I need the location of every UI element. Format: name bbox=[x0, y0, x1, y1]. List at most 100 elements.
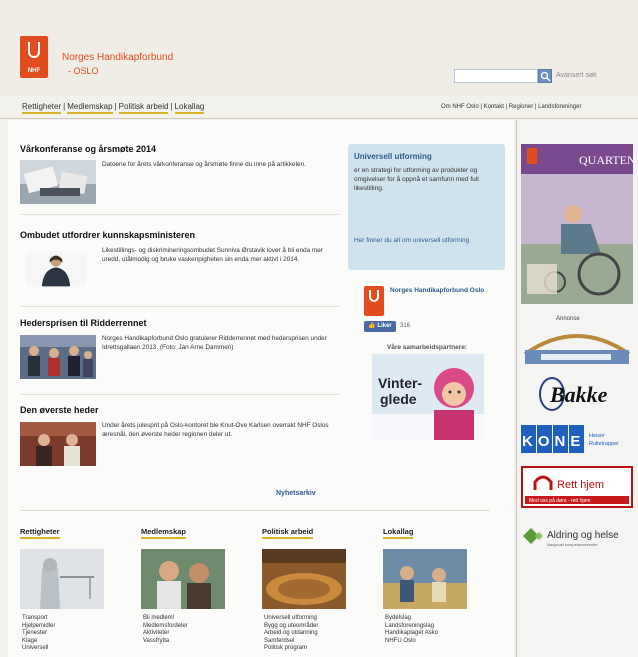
facebook-page-logo[interactable] bbox=[364, 286, 384, 316]
article-divider bbox=[20, 214, 340, 215]
category-link[interactable]: Universell utforming bbox=[264, 615, 364, 623]
nav-landsforeninger[interactable]: Landsforeninger bbox=[538, 104, 581, 110]
category-image[interactable] bbox=[262, 549, 346, 609]
secondary-navigation: Om NHF Oslo | Kontakt | Regioner | Lands… bbox=[441, 104, 582, 110]
category-link[interactable]: Politisk program bbox=[264, 645, 364, 653]
site-header: NHF Norges Handikapforbund - OSLO Avanse… bbox=[0, 0, 638, 96]
category-image[interactable] bbox=[141, 549, 225, 609]
kone-ad[interactable]: KONE Heiser Rulletrapper bbox=[521, 423, 633, 459]
article-image[interactable] bbox=[20, 160, 96, 204]
ad-text: Bakke bbox=[549, 382, 608, 407]
rett-hjem-ad[interactable]: Rett hjem Med oss på døra - rett hjem bbox=[521, 466, 633, 508]
category-links: Universell utforming Bygg og uteområder … bbox=[264, 615, 364, 653]
category-link[interactable]: NHFU Oslo bbox=[385, 638, 485, 646]
category-link[interactable]: Vassfrytta bbox=[143, 638, 243, 646]
category-link[interactable]: Aktiviteter bbox=[143, 630, 243, 638]
logo-abbreviation: NHF bbox=[27, 68, 41, 74]
ad-banner[interactable] bbox=[521, 324, 633, 368]
organization-region: - OSLO bbox=[68, 66, 99, 76]
category-title[interactable]: Rettigheter bbox=[20, 527, 60, 539]
ad-text: Heiser bbox=[589, 433, 605, 439]
vinterglede-ad[interactable]: Vinter- glede bbox=[372, 354, 484, 440]
universal-design-box: Universell utforming er en strategi for … bbox=[348, 144, 505, 270]
advanced-search-link[interactable]: Avansert søk bbox=[556, 72, 597, 79]
bakke-ad[interactable]: Bakke bbox=[536, 372, 624, 412]
article-summary: Datoene for årets vårkonferanse og årsmø… bbox=[102, 161, 306, 168]
facebook-like-button[interactable]: 👍 Liker bbox=[364, 321, 396, 332]
article-title[interactable]: Den øverste heder bbox=[20, 405, 340, 415]
nav-regioner[interactable]: Regioner bbox=[509, 104, 533, 110]
ad-text: Med oss på døra - rett hjem bbox=[529, 497, 590, 504]
category-lokallag: Lokallag Bydelslag Landsforeningslag Han… bbox=[383, 527, 493, 644]
category-link[interactable]: Tjenester bbox=[22, 630, 122, 638]
category-title[interactable]: Politisk arbeid bbox=[262, 527, 314, 539]
logo-mark-icon bbox=[28, 42, 40, 58]
article-image[interactable] bbox=[20, 334, 96, 380]
ad-text: Nasjonalt kompetansesenter bbox=[547, 542, 598, 547]
category-link[interactable]: Landsforeningslag bbox=[385, 623, 485, 631]
ad-text: Rulletrapper bbox=[589, 441, 619, 447]
like-count: 316 bbox=[400, 323, 411, 329]
ad-text: Rett hjem bbox=[557, 479, 604, 491]
header-divider bbox=[0, 118, 638, 119]
nav-separator: | bbox=[114, 102, 117, 111]
facebook-page-name[interactable]: Norges Handikapforbund Oslo bbox=[390, 286, 490, 295]
category-link[interactable]: Arbeid og utdanning bbox=[264, 630, 364, 638]
partners-heading: Våre samarbeidspartnere: bbox=[386, 344, 468, 351]
category-link[interactable]: Universell bbox=[22, 645, 122, 653]
section-divider bbox=[20, 510, 490, 511]
organization-name[interactable]: Norges Handikapforbund bbox=[62, 52, 173, 63]
nav-separator: | bbox=[170, 102, 173, 111]
nhf-logo[interactable]: NHF bbox=[20, 36, 48, 78]
category-links: Bli medlem! Medlemsfordeler Aktiviteter … bbox=[143, 615, 243, 645]
nav-om-nhf-oslo[interactable]: Om NHF Oslo bbox=[441, 104, 479, 110]
nav-medlemskap[interactable]: Medlemskap bbox=[67, 102, 113, 114]
article-image[interactable] bbox=[20, 421, 96, 467]
info-box-title[interactable]: Universell utforming bbox=[354, 152, 432, 161]
ad-text: glede bbox=[380, 391, 417, 407]
category-link[interactable]: Klage bbox=[22, 638, 122, 646]
article-summary: Likestillings- og diskrimineringsombudet… bbox=[102, 247, 323, 263]
nav-rettigheter[interactable]: Rettigheter bbox=[22, 102, 62, 114]
category-title[interactable]: Lokallag bbox=[383, 527, 414, 539]
info-box-link[interactable]: Her finner du alt om universell utformin… bbox=[354, 236, 498, 245]
category-link[interactable]: Samferdsel bbox=[264, 638, 364, 646]
article-item: Hedersprisen til Ridderrennet Norges Han… bbox=[20, 318, 340, 395]
category-title[interactable]: Medlemskap bbox=[141, 527, 187, 539]
news-archive-link[interactable]: Nyhetsarkiv bbox=[276, 490, 316, 497]
category-link[interactable]: Transport bbox=[22, 615, 122, 623]
search-input[interactable] bbox=[454, 69, 538, 83]
ad-text: QUARTEN bbox=[579, 153, 633, 167]
article-divider bbox=[20, 306, 340, 307]
aldring-og-helse-ad[interactable]: Aldring og helse Nasjonalt kompetansesen… bbox=[521, 524, 633, 552]
ad-label: Annonse bbox=[556, 316, 580, 322]
category-politisk-arbeid: Politisk arbeid Universell utforming Byg… bbox=[262, 527, 372, 651]
article-item: Vårkonferanse og årsmøte 2014 Datoene fo… bbox=[20, 144, 340, 215]
article-divider bbox=[20, 394, 340, 395]
article-title[interactable]: Hedersprisen til Ridderrennet bbox=[20, 318, 340, 328]
quarten-magazine-ad[interactable]: QUARTEN bbox=[521, 144, 633, 304]
article-title[interactable]: Ombudet utfordrer kunnskapsministeren bbox=[20, 230, 340, 240]
article-title[interactable]: Vårkonferanse og årsmøte 2014 bbox=[20, 144, 340, 154]
nav-kontakt[interactable]: Kontakt bbox=[484, 104, 504, 110]
category-link[interactable]: Hjelpemidler bbox=[22, 623, 122, 631]
category-rettigheter: Rettigheter Transport Hjelpemidler Tjene… bbox=[20, 527, 130, 651]
ad-text: Aldring og helse bbox=[547, 530, 619, 541]
search-icon bbox=[540, 71, 551, 82]
nav-lokallag[interactable]: Lokallag bbox=[174, 102, 205, 114]
logo-mark-icon bbox=[369, 290, 379, 302]
like-label: Liker bbox=[377, 323, 392, 329]
category-link[interactable]: Bydelslag bbox=[385, 615, 485, 623]
category-link[interactable]: Medlemsfordeler bbox=[143, 623, 243, 631]
category-image[interactable] bbox=[383, 549, 467, 609]
article-summary: Under årets julesprit på Oslo-kontoret b… bbox=[102, 422, 329, 438]
search-button[interactable] bbox=[538, 69, 552, 83]
category-image[interactable] bbox=[20, 549, 104, 609]
article-image[interactable] bbox=[26, 246, 86, 292]
category-link[interactable]: Bli medlem! bbox=[143, 615, 243, 623]
category-link[interactable]: Bygg og uteområder bbox=[264, 623, 364, 631]
category-links: Bydelslag Landsforeningslag Handikaplage… bbox=[385, 615, 485, 645]
category-link[interactable]: Handikaplaget Asko bbox=[385, 630, 485, 638]
nav-politisk-arbeid[interactable]: Politisk arbeid bbox=[118, 102, 169, 114]
article-item: Ombudet utfordrer kunnskapsministeren Li… bbox=[20, 230, 340, 307]
